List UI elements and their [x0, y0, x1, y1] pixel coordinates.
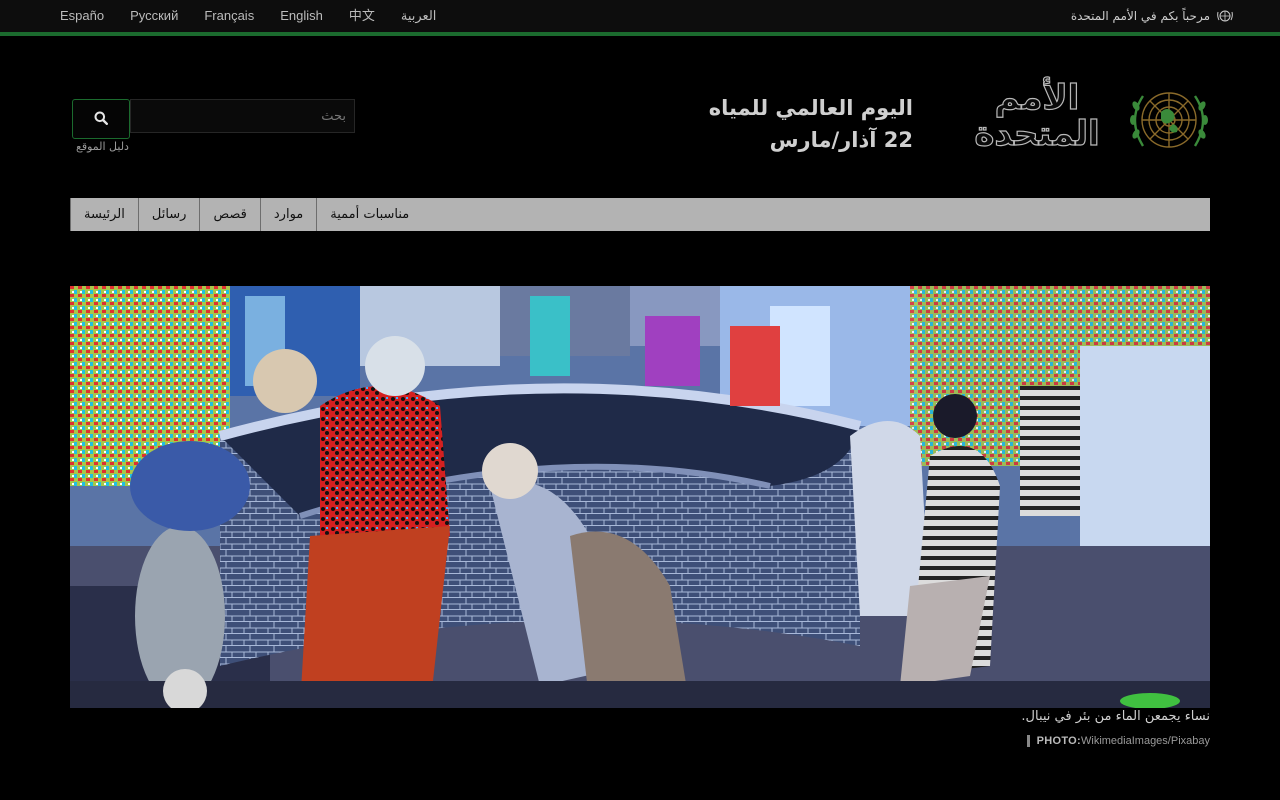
un-logo[interactable]: الأمم المتحدة: [962, 78, 1217, 160]
nav-item-resources[interactable]: موارد: [259, 198, 317, 231]
hero-photo: [70, 286, 1210, 708]
photo-credit: PHOTO: WikimediaImages/Pixabay: [1026, 735, 1210, 747]
un-globe-icon: [1216, 9, 1234, 23]
event-date: 22 آذار/مارس: [769, 128, 913, 152]
welcome-link[interactable]: مرحباً بكم في الأمم المتحدة: [1071, 8, 1234, 24]
un-name-line2: المتحدة: [974, 114, 1101, 154]
language-link-chinese[interactable]: 中文: [349, 8, 375, 24]
language-list: Españo Pусский Français English 中文 العرب…: [60, 8, 462, 24]
search-icon: [94, 110, 108, 129]
language-link-russian[interactable]: Pусский: [130, 8, 178, 24]
event-title: اليوم العالمي للمياه: [708, 96, 913, 120]
main-nav: الرئيسة رسائل قصص موارد مناسبات أممية: [70, 198, 1210, 231]
photo-caption: نساء يجمعن الماء من بئر في نيبال.: [1021, 709, 1210, 724]
nav-item-stories[interactable]: قصص: [199, 198, 260, 231]
nav-item-messages[interactable]: رسائل: [137, 198, 200, 231]
search-form: [72, 99, 355, 139]
language-link-english[interactable]: English: [280, 8, 323, 24]
welcome-text: مرحباً بكم في الأمم المتحدة: [1070, 9, 1210, 23]
un-name-line1: الأمم: [994, 78, 1080, 118]
credit-label: PHOTO:: [1036, 735, 1081, 747]
credit-divider: [1026, 735, 1030, 747]
language-link-french[interactable]: Français: [204, 8, 254, 24]
nav-item-home[interactable]: الرئيسة: [70, 198, 138, 231]
language-link-spanish[interactable]: Españo: [60, 8, 104, 24]
search-input[interactable]: [130, 99, 355, 133]
credit-source: WikimediaImages/Pixabay: [1081, 735, 1210, 747]
nav-item-un-observances[interactable]: مناسبات أممية: [316, 198, 423, 231]
un-emblem-icon: [1121, 80, 1217, 160]
language-bar: Españo Pусский Français English 中文 العرب…: [0, 0, 1280, 36]
sitemap-link[interactable]: دليل الموقع: [76, 140, 129, 153]
search-button[interactable]: [72, 99, 130, 139]
language-link-arabic[interactable]: العربية: [401, 8, 437, 24]
event-title-block: اليوم العالمي للمياه 22 آذار/مارس: [573, 92, 913, 156]
un-name-wordmark: الأمم المتحدة: [962, 78, 1112, 160]
